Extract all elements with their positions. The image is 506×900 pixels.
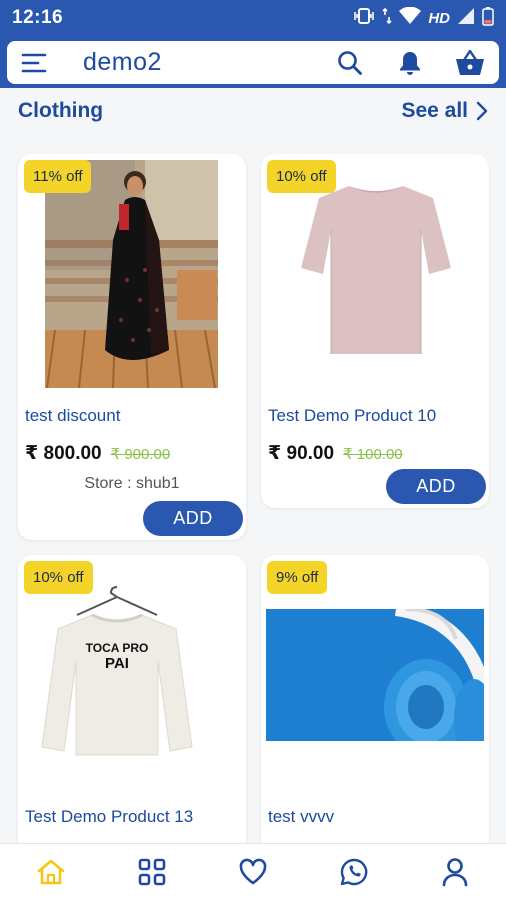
data-arrows-icon: [382, 7, 392, 30]
basket-icon[interactable]: [455, 48, 485, 78]
categories-icon[interactable]: [127, 847, 177, 897]
profile-icon[interactable]: [430, 847, 480, 897]
store-label: Store : shub1: [84, 475, 180, 492]
bell-icon[interactable]: [395, 48, 425, 78]
discount-badge: 9% off: [267, 561, 328, 594]
product-price: ₹ 90.00: [268, 443, 335, 464]
see-all-link[interactable]: See all: [401, 99, 488, 123]
discount-badge: 10% off: [24, 561, 93, 594]
section-title: Clothing: [18, 99, 104, 122]
wishlist-icon[interactable]: [228, 847, 278, 897]
price-row: ₹ 800.00 ₹ 900.00: [25, 442, 170, 465]
whatsapp-icon[interactable]: [329, 847, 379, 897]
see-all-label: See all: [401, 99, 468, 122]
discount-badge: 10% off: [267, 160, 336, 193]
status-time: 12:16: [12, 7, 64, 28]
product-price: ₹ 800.00: [25, 443, 102, 464]
shirt-print-line2: PAI: [105, 655, 129, 672]
bottom-nav: [0, 843, 506, 900]
vibrate-icon: [353, 7, 375, 30]
status-icons: HD: [353, 6, 494, 31]
shirt-print-line1: TOCA PRO: [85, 641, 149, 655]
add-button[interactable]: ADD: [386, 469, 486, 504]
chevron-right-icon: [476, 101, 488, 121]
status-bar: 12:16 HD: [0, 0, 506, 36]
product-name[interactable]: test discount: [25, 406, 120, 426]
menu-icon[interactable]: [21, 52, 47, 74]
product-card[interactable]: 11% off test discount ₹ 800.00 ₹ 900.00 …: [18, 154, 246, 540]
app-title: demo2: [83, 48, 162, 76]
product-image-sweatshirt[interactable]: TOCA PRO PAI: [32, 585, 202, 767]
product-image-saree[interactable]: [45, 160, 218, 388]
product-card[interactable]: 10% off TOCA PRO PAI Test Demo Product 1…: [18, 555, 246, 855]
product-old-price: ₹ 900.00: [110, 446, 171, 463]
product-name[interactable]: Test Demo Product 10: [268, 406, 436, 426]
discount-badge: 11% off: [24, 160, 92, 193]
network-type: HD: [428, 9, 450, 27]
product-image-headphones[interactable]: [266, 609, 484, 741]
product-name[interactable]: test vvvv: [268, 807, 334, 827]
wifi-icon: [399, 6, 422, 30]
home-icon[interactable]: [26, 847, 76, 897]
battery-icon: [482, 6, 494, 31]
price-row: ₹ 90.00 ₹ 100.00: [268, 442, 403, 465]
search-icon[interactable]: [335, 48, 365, 78]
add-button[interactable]: ADD: [143, 501, 243, 536]
app-bar-container: demo2: [0, 36, 506, 88]
app-bar: demo2: [7, 41, 499, 84]
section-header: Clothing See all: [0, 90, 506, 132]
product-old-price: ₹ 100.00: [343, 446, 403, 463]
product-card[interactable]: 9% off test vvvv: [261, 555, 489, 855]
product-name[interactable]: Test Demo Product 13: [25, 807, 193, 827]
signal-icon: [457, 7, 475, 30]
product-card[interactable]: 10% off Test Demo Product 10 ₹ 90.00 ₹ 1…: [261, 154, 489, 508]
product-image-tshirt[interactable]: [301, 180, 451, 364]
